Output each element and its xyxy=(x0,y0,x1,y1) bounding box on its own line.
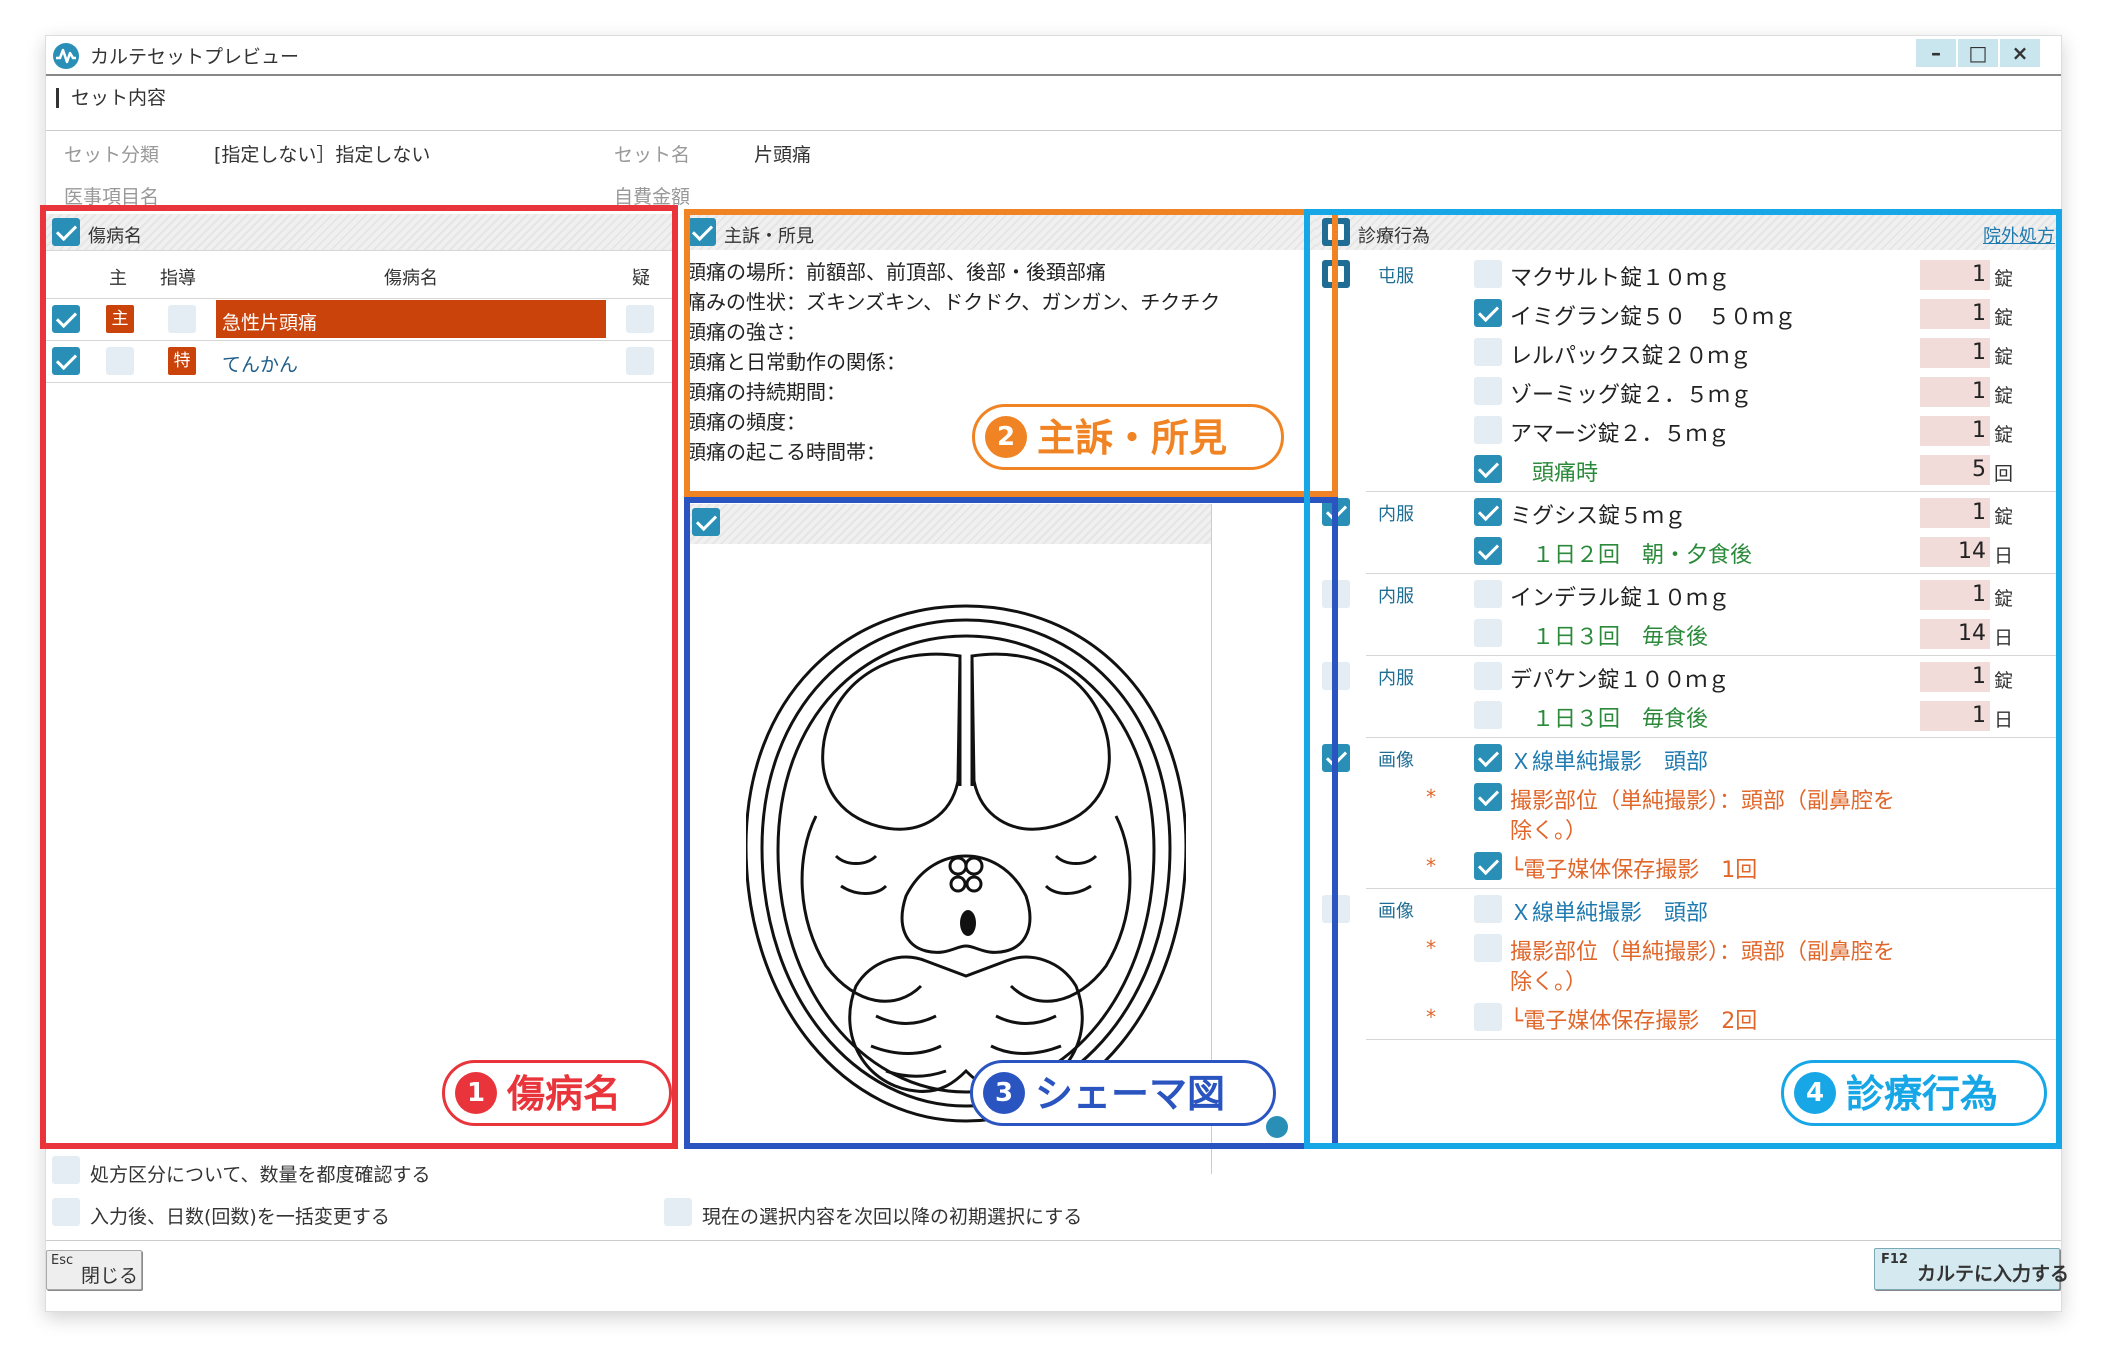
close-button[interactable]: Esc 閉じる xyxy=(46,1250,142,1290)
treatment-frame xyxy=(1304,209,2062,1149)
set-category-value: [指定しない］指定しない xyxy=(214,144,431,166)
callout-text: シェーマ図 xyxy=(1035,1072,1226,1116)
divider xyxy=(46,1240,2061,1241)
callout-treatment: 4 診療行為 xyxy=(1781,1060,2047,1126)
submit-key-hint: F12 xyxy=(1881,1252,1908,1267)
callout-text: 傷病名 xyxy=(507,1072,622,1116)
preview-window: カルテセットプレビュー – □ × セット内容 セット分類 [指定しない］指定し… xyxy=(40,35,2069,1312)
submit-button-label: カルテに入力する xyxy=(1917,1263,2070,1285)
submit-to-chart-button[interactable]: F12 カルテに入力する xyxy=(1874,1248,2069,1290)
maximize-button[interactable]: □ xyxy=(1958,39,1998,67)
title-bar: カルテセットプレビュー – □ × xyxy=(46,36,2061,76)
diagnosis-frame xyxy=(40,205,678,1149)
schema-frame xyxy=(684,497,1338,1149)
callout-number: 4 xyxy=(1794,1072,1836,1114)
set-category-label: セット分類 xyxy=(64,144,160,166)
callout-number: 1 xyxy=(455,1072,497,1114)
close-window-button[interactable]: × xyxy=(2000,39,2040,67)
confirm-qty-checkbox[interactable] xyxy=(52,1156,80,1184)
minimize-button[interactable]: – xyxy=(1916,39,1956,67)
bulk-change-checkbox[interactable] xyxy=(52,1198,80,1226)
save-default-checkbox[interactable] xyxy=(664,1198,692,1226)
save-default-label: 現在の選択内容を次回以降の初期選択にする xyxy=(702,1206,1083,1228)
close-key-hint: Esc xyxy=(51,1253,74,1268)
callout-complaint: 2 主訴・所見 xyxy=(972,404,1284,470)
callout-diagnosis: 1 傷病名 xyxy=(442,1060,672,1126)
callout-text: 診療行為 xyxy=(1846,1072,1999,1116)
callout-schema: 3 シェーマ図 xyxy=(970,1060,1276,1126)
set-content-heading: セット内容 xyxy=(56,88,166,108)
close-button-label: 閉じる xyxy=(81,1265,139,1287)
confirm-qty-label: 処方区分について、数量を都度確認する xyxy=(90,1164,431,1186)
callout-number: 2 xyxy=(985,416,1027,458)
callout-number: 3 xyxy=(983,1072,1025,1114)
bulk-change-label: 入力後、日数(回数)を一括変更する xyxy=(90,1206,390,1228)
window-title: カルテセットプレビュー xyxy=(90,46,300,68)
divider xyxy=(46,130,2061,131)
callout-text: 主訴・所見 xyxy=(1037,416,1228,460)
app-logo-icon xyxy=(53,43,79,69)
set-name-label: セット名 xyxy=(614,144,691,166)
set-name-value: 片頭痛 xyxy=(754,144,812,166)
